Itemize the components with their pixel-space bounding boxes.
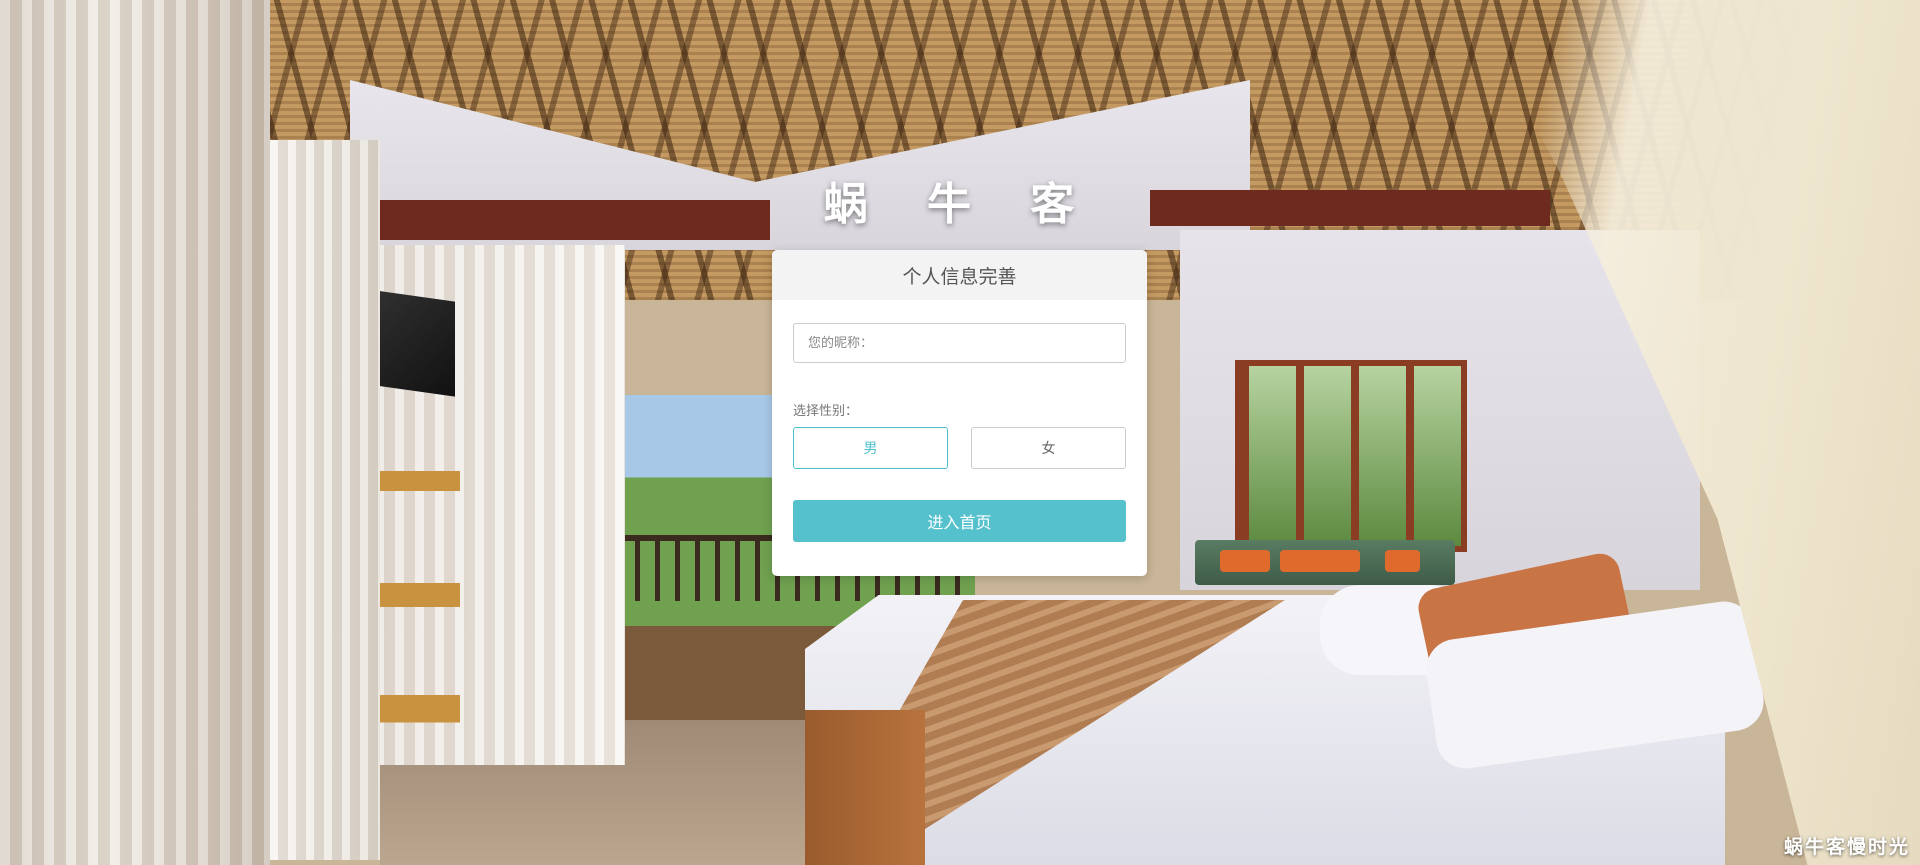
background-cushion bbox=[1220, 550, 1270, 572]
login-page: 蜗 牛 客 个人信息完善 选择性别： 男 女 进入首页 蜗牛客慢时光 bbox=[0, 0, 1920, 865]
enter-home-label: 进入首页 bbox=[927, 513, 992, 532]
gender-female-button[interactable]: 女 bbox=[971, 427, 1126, 469]
profile-form-card: 个人信息完善 选择性别： 男 女 进入首页 bbox=[772, 250, 1147, 576]
form-title: 个人信息完善 bbox=[902, 265, 1017, 288]
background-curtain-left-inner bbox=[270, 140, 380, 860]
nickname-input[interactable] bbox=[793, 323, 1126, 363]
background-cushion bbox=[1385, 550, 1420, 572]
background-shelf bbox=[370, 430, 460, 770]
brand-title: 蜗 牛 客 bbox=[823, 179, 1097, 230]
gender-male-label: 男 bbox=[863, 441, 878, 457]
gender-female-label: 女 bbox=[1041, 441, 1056, 457]
background-window bbox=[1235, 360, 1467, 552]
watermark-logo: 蜗牛客慢时光 bbox=[1783, 836, 1910, 858]
background-bed-frame bbox=[805, 710, 925, 865]
background-cushion bbox=[1280, 550, 1360, 572]
background-curtain-left bbox=[0, 0, 270, 865]
gender-label: 选择性别： bbox=[793, 404, 859, 419]
gender-male-button[interactable]: 男 bbox=[793, 427, 948, 469]
enter-home-button[interactable]: 进入首页 bbox=[793, 500, 1126, 542]
form-header: 个人信息完善 bbox=[772, 250, 1147, 300]
